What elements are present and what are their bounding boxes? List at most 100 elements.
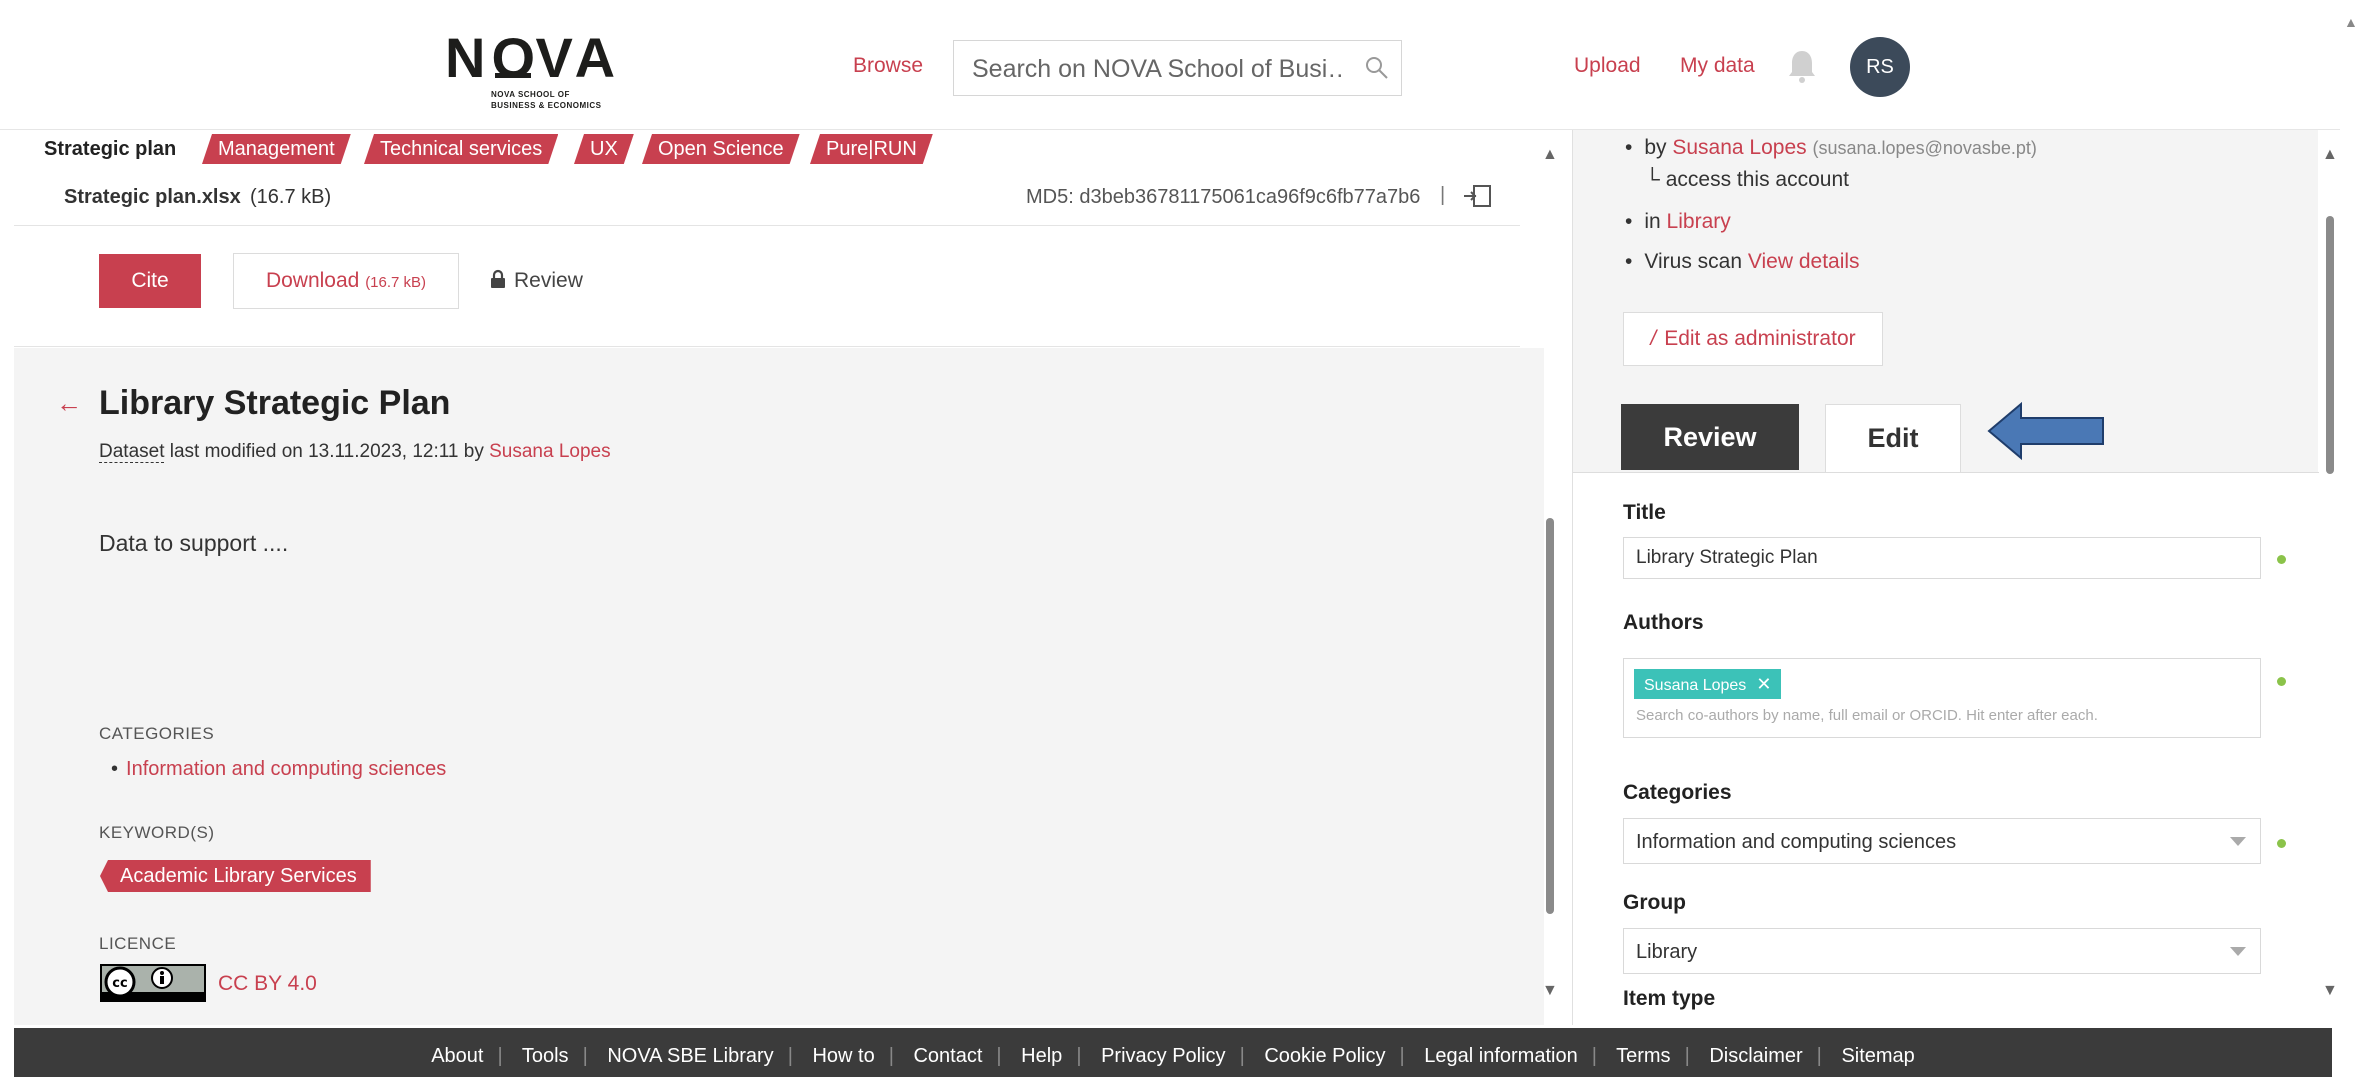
tag-tabs: Strategic plan Management Technical serv… — [14, 130, 1542, 168]
pencil-icon: / — [1650, 327, 1657, 350]
group-label: Group — [1623, 891, 1686, 914]
open-file-icon[interactable] — [1462, 182, 1492, 210]
footer-link-about[interactable]: About — [431, 1045, 483, 1067]
scrollbar-thumb[interactable] — [1546, 518, 1554, 914]
item-type-label[interactable]: Dataset — [99, 441, 165, 463]
tab-edit[interactable]: Edit — [1825, 404, 1961, 472]
footer-link-terms[interactable]: Terms — [1616, 1045, 1670, 1067]
licence-link[interactable]: CC BY 4.0 — [218, 972, 317, 996]
tab-pure-run[interactable]: Pure|RUN — [810, 134, 933, 164]
logo-letter-n: N — [445, 26, 492, 89]
authors-input[interactable]: Susana Lopes ✕ Search co-authors by name,… — [1623, 658, 2261, 738]
dataset-description: Data to support .... — [99, 530, 289, 556]
chevron-down-icon — [2230, 947, 2246, 956]
svg-text:cc: cc — [112, 976, 127, 991]
footer-link-privacy[interactable]: Privacy Policy — [1101, 1045, 1225, 1067]
left-scrollbar[interactable]: ▲ ▼ — [1538, 130, 1562, 1025]
footer-link-disclaimer[interactable]: Disclaimer — [1709, 1045, 1802, 1067]
file-row: Strategic plan.xlsx (16.7 kB) MD5: d3beb… — [14, 168, 1520, 226]
footer-link-cookie[interactable]: Cookie Policy — [1264, 1045, 1385, 1067]
footer-link-contact[interactable]: Contact — [913, 1045, 982, 1067]
dataset-meta: Dataset last modified on 13.11.2023, 12:… — [99, 441, 611, 463]
access-account-link[interactable]: └ access this account — [1645, 168, 1849, 192]
upload-link[interactable]: Upload — [1574, 54, 1641, 78]
footer-link-library[interactable]: NOVA SBE Library — [607, 1045, 773, 1067]
footer-link-legal[interactable]: Legal information — [1424, 1045, 1577, 1067]
valid-indicator — [2277, 839, 2286, 848]
nova-logo[interactable]: NO VA NOVA SCHOOL OF BUSINESS & ECONOMICS — [445, 28, 625, 116]
annotation-arrow-icon — [1987, 401, 2104, 461]
review-link[interactable]: Review — [490, 269, 583, 293]
scroll-up-icon[interactable]: ▲ — [1542, 146, 1558, 164]
owner-email: (susana.lopes@novasbe.pt) — [1812, 138, 2037, 158]
scrollbar-thumb[interactable] — [2326, 216, 2334, 474]
author-chip[interactable]: Susana Lopes ✕ — [1634, 669, 1782, 699]
footer-link-how-to[interactable]: How to — [812, 1045, 874, 1067]
chevron-down-icon — [2230, 837, 2246, 846]
tab-strategic-plan[interactable]: Strategic plan — [28, 134, 193, 164]
tab-ux[interactable]: UX — [574, 134, 634, 164]
categories-select[interactable]: Information and computing sciences — [1623, 818, 2261, 864]
search-icon[interactable] — [1364, 55, 1390, 81]
actions-row: Cite Download (16.7 kB) Review — [14, 227, 1520, 347]
authors-placeholder: Search co-authors by name, full email or… — [1636, 707, 2098, 724]
tab-review[interactable]: Review — [1621, 404, 1799, 470]
logo-o-mark: O — [491, 26, 542, 89]
category-item: • Information and computing sciences — [111, 758, 447, 780]
dataset-panel: Strategic plan Management Technical serv… — [14, 130, 1544, 1025]
page-title: Library Strategic Plan — [99, 384, 451, 422]
category-link[interactable]: Information and computing sciences — [126, 758, 446, 780]
logo-subtitle-2: BUSINESS & ECONOMICS — [491, 101, 602, 110]
separator: | — [1440, 184, 1446, 206]
scroll-up-icon[interactable]: ▲ — [2322, 146, 2338, 164]
edit-as-administrator-button[interactable]: / Edit as administrator — [1623, 312, 1883, 366]
scroll-down-icon[interactable]: ▼ — [1542, 982, 1558, 1000]
right-scrollbar[interactable]: ▲ ▼ — [2318, 130, 2342, 1025]
my-data-link[interactable]: My data — [1680, 54, 1755, 78]
categories-label: Categories — [1623, 781, 1732, 804]
search-input[interactable] — [972, 55, 1342, 83]
view-details-link[interactable]: View details — [1748, 250, 1860, 273]
group-select[interactable]: Library — [1623, 928, 2261, 974]
browse-link[interactable]: Browse — [853, 54, 923, 78]
author-link[interactable]: Susana Lopes — [489, 441, 611, 462]
modified-text: last modified on 13.11.2023, 12:11 by — [164, 441, 490, 462]
logo-subtitle-1: NOVA SCHOOL OF — [491, 90, 570, 99]
title-input[interactable] — [1623, 537, 2261, 579]
remove-icon[interactable]: ✕ — [1756, 674, 1771, 694]
edit-form: Title Authors Susana Lopes✕ Search co-au… — [1573, 472, 2319, 1025]
cite-button[interactable]: Cite — [99, 254, 201, 308]
tab-open-science[interactable]: Open Science — [642, 134, 800, 164]
owner-link[interactable]: Susana Lopes — [1672, 136, 1806, 159]
search-box — [953, 40, 1402, 96]
dataset-content: ← Library Strategic Plan Dataset last mo… — [14, 348, 1544, 1025]
file-name[interactable]: Strategic plan.xlsx — [64, 186, 241, 209]
group-row: • in Library — [1625, 210, 1731, 233]
valid-indicator — [2277, 677, 2286, 686]
tab-technical-services[interactable]: Technical services — [364, 134, 558, 164]
file-size: (16.7 kB) — [250, 186, 332, 208]
tab-management[interactable]: Management — [202, 134, 351, 164]
cc-by-badge-icon[interactable]: cc — [100, 964, 206, 1002]
group-link[interactable]: Library — [1667, 210, 1731, 233]
scroll-up-icon[interactable]: ▲ — [2344, 14, 2358, 30]
footer-link-tools[interactable]: Tools — [522, 1045, 569, 1067]
review-label: Review — [514, 269, 583, 292]
licence-heading: LICENCE — [99, 934, 177, 953]
valid-indicator — [2277, 555, 2286, 564]
bell-icon[interactable] — [1786, 48, 1818, 84]
scroll-down-icon[interactable]: ▼ — [2322, 982, 2338, 1000]
back-arrow-icon[interactable]: ← — [56, 388, 82, 419]
md5-checksum: MD5: d3beb36781175061ca96f9c6fb77a7b6 — [1026, 186, 1421, 208]
edit-sidebar: • by Susana Lopes (susana.lopes@novasbe.p… — [1572, 130, 2319, 1025]
footer-link-sitemap[interactable]: Sitemap — [1841, 1045, 1914, 1067]
logo-letters-va: VA — [535, 26, 622, 89]
categories-heading: CATEGORIES — [99, 724, 215, 743]
footer-link-help[interactable]: Help — [1021, 1045, 1062, 1067]
user-avatar[interactable]: RS — [1850, 37, 1910, 97]
item-type-label: Item type — [1623, 987, 1716, 1010]
header: NO VA NOVA SCHOOL OF BUSINESS & ECONOMICS… — [0, 0, 2340, 130]
download-button[interactable]: Download (16.7 kB) — [233, 253, 459, 309]
download-size: (16.7 kB) — [365, 274, 427, 291]
keyword-tag[interactable]: Academic Library Services — [100, 860, 371, 892]
